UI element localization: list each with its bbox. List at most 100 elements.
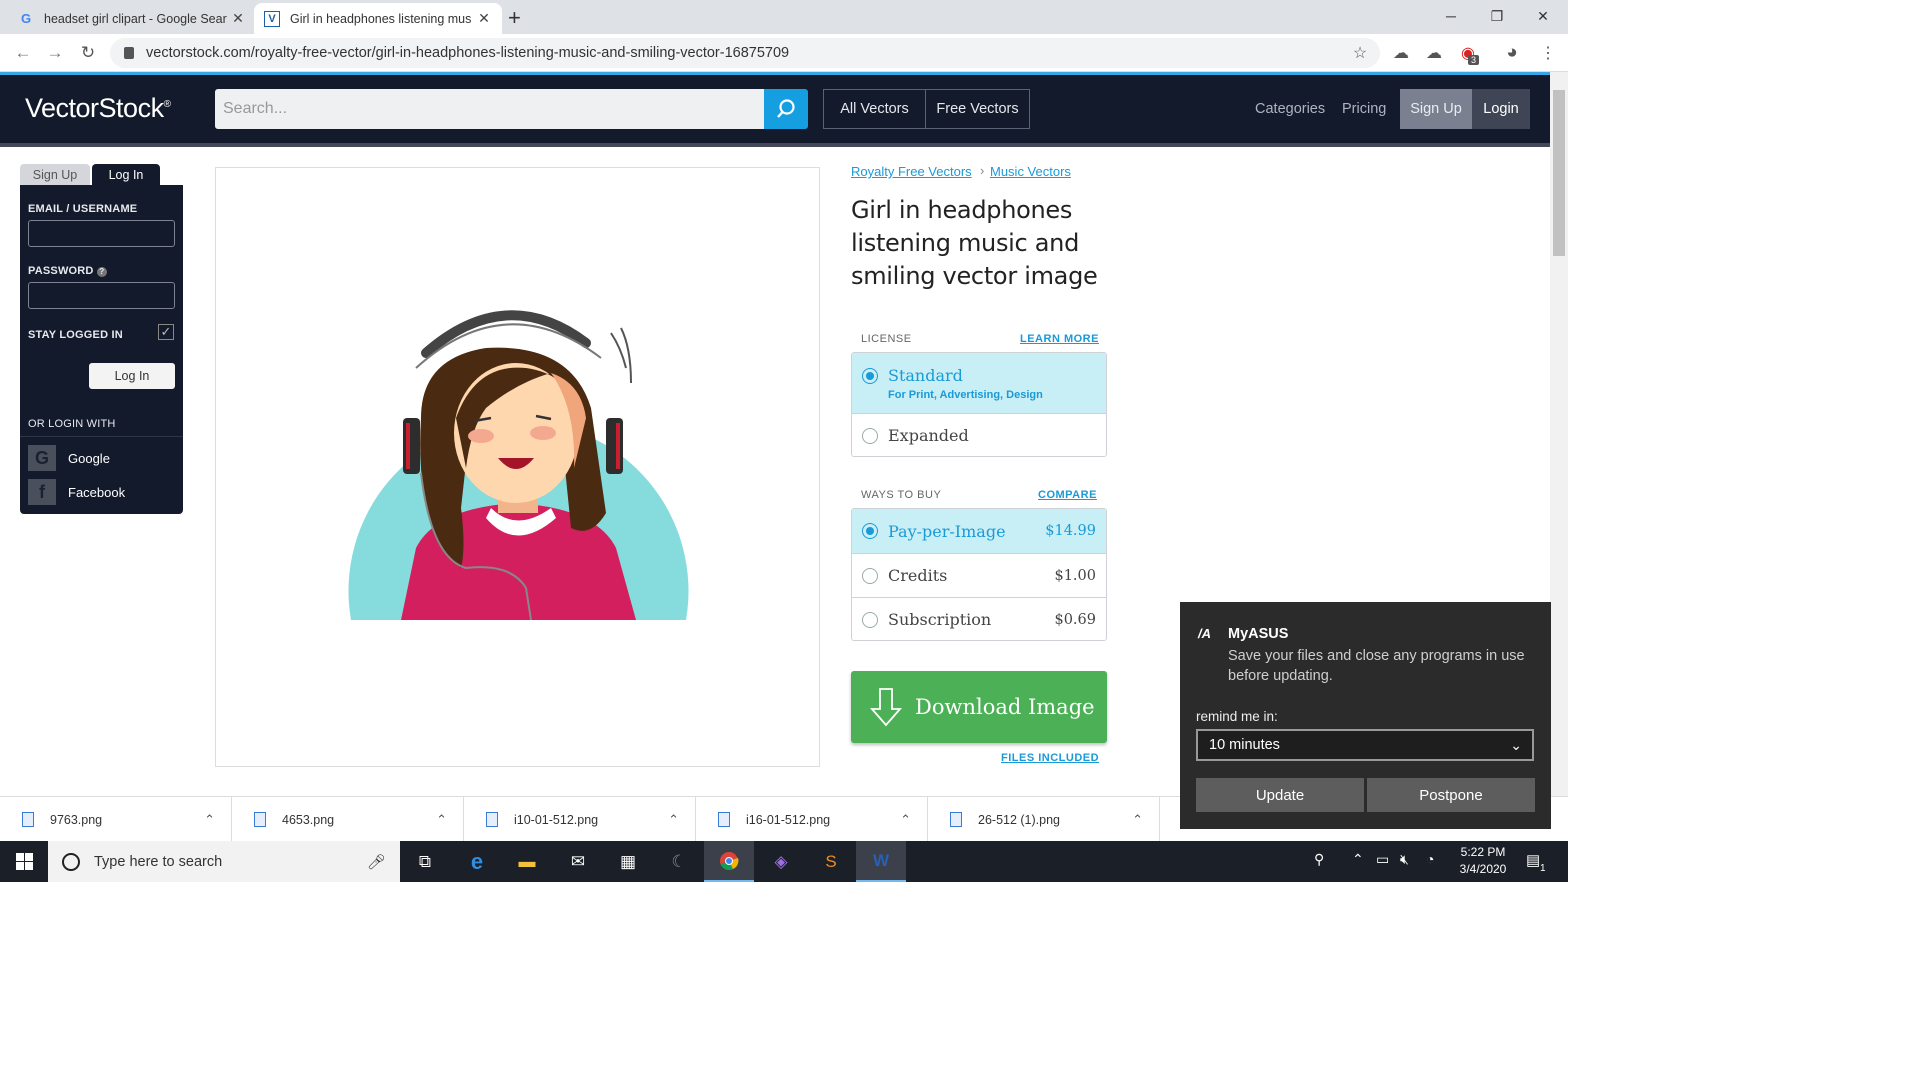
chrome-icon[interactable]	[704, 841, 754, 882]
windows-taskbar: Type here to search 🎤︎ ⧉ e ▬ ✉ ▦ ☾ ◈ S W…	[0, 841, 1568, 882]
volume-muted-icon[interactable]: 🔇︎	[1400, 851, 1409, 868]
task-view-icon[interactable]: ⧉	[400, 841, 450, 882]
breadcrumb-music[interactable]: Music Vectors	[990, 164, 1071, 179]
password-field[interactable]	[28, 282, 175, 309]
chevron-up-icon[interactable]: ⌃	[668, 812, 679, 828]
option-pay-per-image[interactable]: Pay-per-Image $14.99	[852, 509, 1106, 553]
google-favicon-icon: G	[20, 11, 32, 26]
site-logo[interactable]: VectorStock®	[25, 93, 171, 124]
search-input[interactable]: Search...	[215, 89, 764, 129]
lock-icon	[124, 47, 134, 59]
files-included-link[interactable]: FILES INCLUDED	[1001, 752, 1099, 764]
radio-credits[interactable]	[862, 567, 878, 584]
learn-more-link[interactable]: LEARN MORE	[1020, 333, 1099, 345]
nav-categories[interactable]: Categories	[1255, 101, 1325, 117]
download-item[interactable]: i16-01-512.png ⌃	[696, 797, 928, 842]
page-title: Girl in headphones listening music and s…	[851, 196, 1098, 290]
address-bar[interactable]: vectorstock.com/royalty-free-vector/girl…	[110, 38, 1380, 68]
free-vectors-button[interactable]: Free Vectors	[925, 89, 1030, 129]
battery-icon[interactable]: ▭	[1376, 851, 1389, 868]
mail-icon[interactable]: ✉	[553, 841, 603, 882]
update-button[interactable]: Update	[1196, 778, 1364, 812]
search-button[interactable]	[764, 89, 808, 129]
stay-logged-in-checkbox[interactable]: ✓	[158, 324, 174, 340]
license-name: Standard	[888, 366, 963, 385]
license-standard[interactable]: Standard For Print, Advertising, Design	[852, 353, 1106, 413]
email-field[interactable]	[28, 220, 175, 247]
vector-preview[interactable]	[215, 167, 820, 767]
taskbar-search[interactable]: Type here to search 🎤︎	[48, 841, 400, 882]
breadcrumb-royalty-free[interactable]: Royalty Free Vectors	[851, 164, 972, 179]
download-item[interactable]: i10-01-512.png ⌃	[464, 797, 696, 842]
search-icon	[777, 99, 795, 118]
nav-pricing[interactable]: Pricing	[1342, 101, 1386, 117]
close-tab-icon[interactable]: ✕	[230, 10, 246, 27]
vectorstock-favicon-icon: V	[264, 10, 280, 27]
microphone-icon[interactable]: 🎤︎	[367, 853, 386, 871]
app-icon[interactable]: ☾	[654, 841, 704, 882]
close-tab-icon[interactable]: ✕	[476, 10, 492, 27]
forward-icon[interactable]: →	[44, 42, 66, 64]
license-expanded[interactable]: Expanded	[852, 413, 1106, 457]
google-login-button[interactable]: G Google	[28, 445, 110, 471]
sublime-text-icon[interactable]: S	[806, 841, 856, 882]
postpone-button[interactable]: Postpone	[1367, 778, 1535, 812]
radio-subscription[interactable]	[862, 611, 878, 628]
radio-expanded[interactable]	[862, 427, 878, 444]
header-login-button[interactable]: Login	[1472, 89, 1530, 129]
image-file-icon	[22, 812, 34, 827]
menu-icon[interactable]: ⋮	[1538, 43, 1558, 63]
download-item[interactable]: 9763.png ⌃	[0, 797, 232, 842]
radio-standard[interactable]	[862, 368, 878, 384]
header-divider	[0, 143, 1550, 147]
option-subscription[interactable]: Subscription $0.69	[852, 597, 1106, 641]
tab-google-search[interactable]: G headset girl clipart - Google Sear ✕	[8, 3, 256, 34]
scrollbar-thumb[interactable]	[1553, 90, 1565, 256]
radio-pay-per-image[interactable]	[862, 523, 878, 539]
tab-sign-up[interactable]: Sign Up	[20, 164, 90, 186]
minimize-icon[interactable]: ─	[1428, 0, 1474, 32]
chevron-up-icon[interactable]: ⌃	[1352, 851, 1364, 868]
option-credits[interactable]: Credits $1.00	[852, 553, 1106, 597]
all-vectors-button[interactable]: All Vectors	[823, 89, 926, 129]
panel-login-button[interactable]: Log In	[89, 363, 175, 389]
cloud-download-icon[interactable]: ☁	[1391, 43, 1411, 63]
logo-text: VectorStock	[25, 93, 164, 123]
image-file-icon	[950, 812, 962, 827]
reload-icon[interactable]: ↻	[77, 42, 99, 64]
store-icon[interactable]: ▦	[603, 841, 653, 882]
remind-value: 10 minutes	[1209, 737, 1280, 753]
chevron-up-icon[interactable]: ⌃	[1132, 812, 1143, 828]
download-image-button[interactable]: Download Image	[851, 671, 1107, 743]
download-item[interactable]: 26-512 (1).png ⌃	[928, 797, 1160, 842]
facebook-login-button[interactable]: f Facebook	[28, 479, 125, 505]
extension-badge: 3	[1468, 55, 1480, 65]
word-icon[interactable]: W	[856, 841, 906, 882]
remind-select[interactable]: 10 minutes ⌄	[1196, 729, 1534, 761]
download-item[interactable]: 4653.png ⌃	[232, 797, 464, 842]
people-icon[interactable]: ⚲	[1314, 851, 1324, 868]
action-center-icon[interactable]: ▤	[1526, 851, 1540, 869]
start-button[interactable]	[0, 841, 48, 882]
download-name: i10-01-512.png	[514, 812, 599, 827]
wifi-icon[interactable]: ◔	[1426, 851, 1434, 867]
back-icon[interactable]: ←	[12, 42, 34, 64]
help-icon[interactable]: ?	[96, 267, 107, 277]
tab-vectorstock[interactable]: V Girl in headphones listening mus ✕	[254, 3, 502, 34]
profile-icon[interactable]: ◕	[1502, 42, 1522, 63]
visual-studio-icon[interactable]: ◈	[756, 841, 806, 882]
restore-icon[interactable]: ❐	[1474, 0, 1520, 32]
header-sign-up-button[interactable]: Sign Up	[1400, 89, 1472, 129]
cloud-upload-icon[interactable]: ☁	[1424, 43, 1444, 63]
compare-link[interactable]: COMPARE	[1038, 489, 1097, 501]
bookmark-star-icon[interactable]: ☆	[1350, 43, 1370, 63]
new-tab-icon[interactable]: +	[508, 5, 521, 31]
chevron-up-icon[interactable]: ⌃	[436, 812, 447, 828]
chevron-up-icon[interactable]: ⌃	[204, 812, 215, 828]
file-explorer-icon[interactable]: ▬	[502, 841, 552, 882]
tab-log-in[interactable]: Log In	[92, 164, 160, 186]
edge-icon[interactable]: e	[452, 841, 502, 882]
chevron-up-icon[interactable]: ⌃	[900, 812, 911, 828]
system-clock[interactable]: 5:22 PM 3/4/2020	[1450, 844, 1516, 878]
close-window-icon[interactable]: ✕	[1520, 0, 1566, 32]
